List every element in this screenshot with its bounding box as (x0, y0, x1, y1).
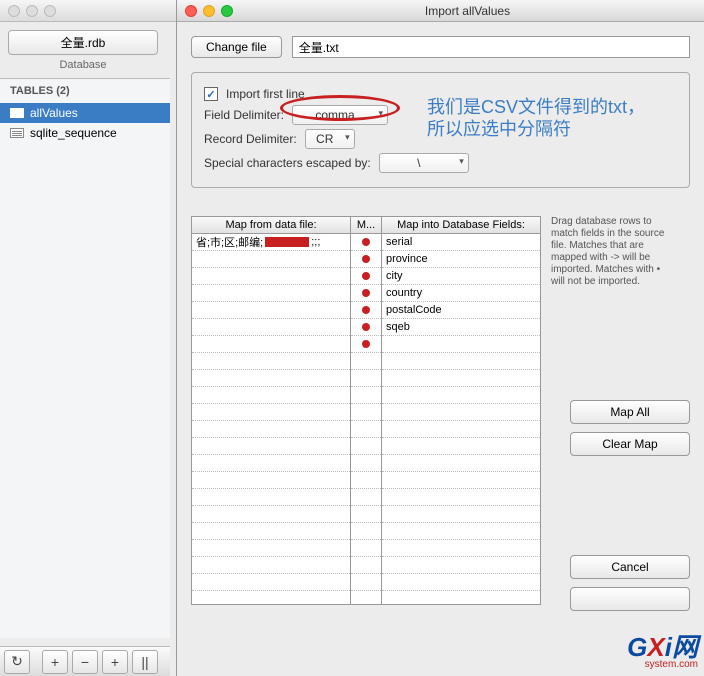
db-field-row[interactable]: province (382, 251, 540, 268)
db-field-row[interactable] (382, 472, 540, 489)
db-field-row[interactable] (382, 455, 540, 472)
map-mid-table: M... (351, 216, 381, 605)
table-icon (10, 128, 24, 138)
zoom-icon[interactable] (221, 5, 233, 17)
clear-map-button[interactable]: Clear Map (570, 432, 690, 456)
db-field-row[interactable]: serial (382, 234, 540, 251)
bottom-buttons: Cancel (570, 555, 690, 611)
bg-subtitle: Database (8, 59, 158, 71)
db-field-row[interactable] (382, 336, 540, 353)
db-field-row[interactable] (382, 370, 540, 387)
import-first-line-checkbox[interactable]: ✓ (204, 87, 218, 101)
db-field-row[interactable] (382, 438, 540, 455)
map-dot-icon (362, 238, 370, 246)
file-path-input[interactable] (292, 36, 690, 58)
ok-button[interactable] (570, 587, 690, 611)
minimize-icon[interactable] (203, 5, 215, 17)
field-delimiter-select[interactable]: comma (292, 105, 388, 125)
db-field-row[interactable]: country (382, 285, 540, 302)
close-icon[interactable] (185, 5, 197, 17)
map-dot-icon (362, 289, 370, 297)
remove-button[interactable]: − (72, 650, 98, 674)
cancel-button[interactable]: Cancel (570, 555, 690, 579)
sidebar-item-allvalues[interactable]: allValues (0, 103, 170, 123)
db-field-row[interactable] (382, 540, 540, 557)
db-field-row[interactable] (382, 557, 540, 574)
record-delimiter-label: Record Delimiter: (204, 132, 297, 146)
annotation-text: 我们是CSV文件得到的txt， 所以应选中分隔符 (427, 97, 645, 140)
sidebar-item-label: sqlite_sequence (30, 126, 117, 140)
field-delimiter-label: Field Delimiter: (204, 108, 284, 122)
import-dialog: Import allValues Change file ✓ Import fi… (176, 0, 704, 676)
db-field-row[interactable] (382, 404, 540, 421)
bottom-toolbar: ↻ + − + || (0, 646, 170, 676)
dialog-body: Change file ✓ Import first line Field De… (177, 22, 704, 619)
map-into-header: Map into Database Fields: (382, 217, 540, 234)
db-field-row[interactable] (382, 489, 540, 506)
map-into-rows[interactable]: serialprovincecitycountrypostalCodesqeb (382, 234, 540, 604)
db-field-row[interactable] (382, 506, 540, 523)
db-field-row[interactable]: sqeb (382, 319, 540, 336)
file-row: Change file (191, 36, 690, 58)
bg-filename[interactable]: 全量.rdb (8, 30, 158, 55)
escaped-label: Special characters escaped by: (204, 156, 371, 170)
map-from-rows[interactable]: 省;市;区;邮编;;;; (192, 234, 350, 604)
bg-close-icon[interactable] (8, 5, 20, 17)
sidebar-item-sqlite-sequence[interactable]: sqlite_sequence (0, 123, 170, 143)
refresh-button[interactable]: ↻ (4, 650, 30, 674)
map-dot-icon (362, 323, 370, 331)
change-file-button[interactable]: Change file (191, 36, 282, 58)
sidebar-header: TABLES (2) (0, 79, 170, 103)
map-dot-icon (362, 306, 370, 314)
db-field-row[interactable] (382, 523, 540, 540)
map-all-button[interactable]: Map All (570, 400, 690, 424)
db-field-row[interactable] (382, 421, 540, 438)
side-buttons: Map All Clear Map (570, 400, 690, 456)
sidebar-item-label: allValues (30, 106, 78, 120)
bg-zoom-icon[interactable] (44, 5, 56, 17)
redacted-bar (265, 237, 309, 247)
db-field-row[interactable]: postalCode (382, 302, 540, 319)
map-mid-header: M... (351, 217, 381, 234)
db-field-row[interactable] (382, 387, 540, 404)
import-first-line-label: Import first line (226, 87, 305, 101)
map-dot-icon (362, 340, 370, 348)
dialog-title: Import allValues (239, 4, 696, 18)
grip-icon: || (132, 650, 158, 674)
map-tables: Map from data file: 省;市;区;邮编;;;; M... Ma… (191, 216, 541, 605)
record-delimiter-select[interactable]: CR (305, 129, 355, 149)
map-into-table: Map into Database Fields: serialprovince… (381, 216, 541, 605)
escaped-select[interactable]: \ (379, 153, 469, 173)
table-icon (10, 108, 24, 118)
bg-minimize-icon[interactable] (26, 5, 38, 17)
watermark: GXi网 system.com (627, 634, 698, 670)
map-mid-rows (351, 234, 381, 604)
add-button[interactable]: + (42, 650, 68, 674)
map-dot-icon (362, 255, 370, 263)
db-field-row[interactable]: city (382, 268, 540, 285)
map-dot-icon (362, 272, 370, 280)
map-from-table: Map from data file: 省;市;区;邮编;;;; (191, 216, 351, 605)
db-field-row[interactable] (382, 353, 540, 370)
sidebar: TABLES (2) allValues sqlite_sequence (0, 78, 170, 638)
add2-button[interactable]: + (102, 650, 128, 674)
db-field-row[interactable] (382, 574, 540, 591)
dialog-titlebar: Import allValues (177, 0, 704, 22)
source-row[interactable]: 省;市;区;邮编;;;; (192, 234, 350, 251)
escaped-row: Special characters escaped by: \ (204, 153, 677, 173)
map-from-header: Map from data file: (192, 217, 350, 234)
